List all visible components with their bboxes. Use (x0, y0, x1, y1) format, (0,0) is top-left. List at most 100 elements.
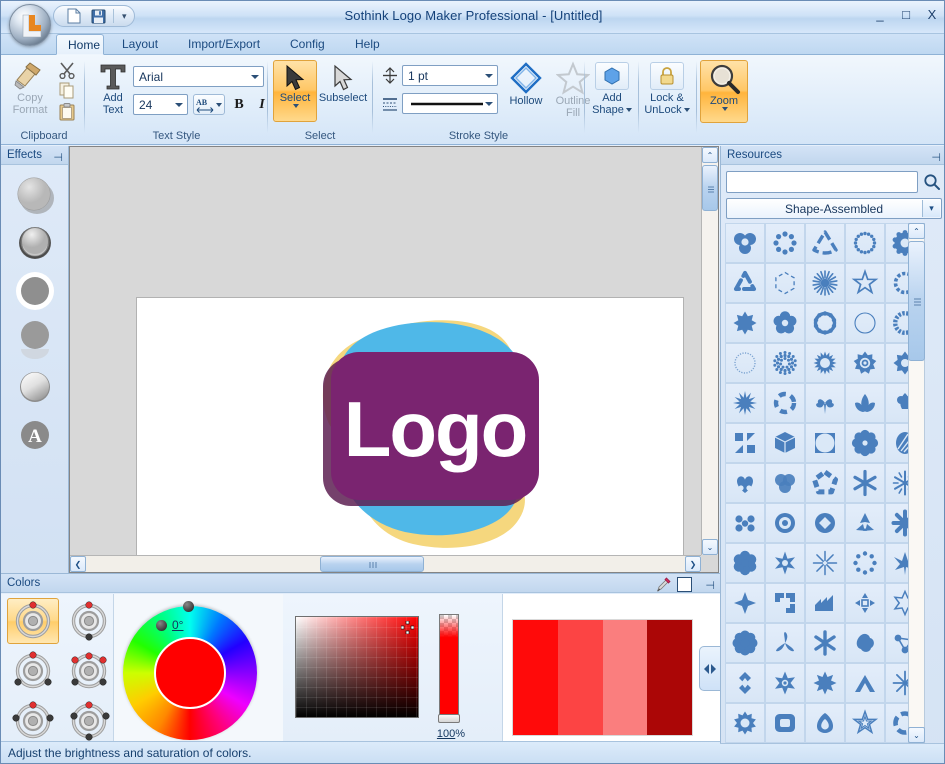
font-family-combo[interactable]: Arial (133, 66, 264, 87)
add-shape-button[interactable]: Add Shape (590, 61, 634, 123)
minimize-button[interactable]: _ (873, 8, 887, 21)
color-wheel[interactable] (123, 606, 257, 740)
cut-button[interactable] (55, 60, 79, 80)
shape-cell-five-petal-asterisk[interactable] (805, 623, 845, 663)
shape-cell-triangle-fan[interactable] (845, 503, 885, 543)
shape-cell-arrow-cluster[interactable] (805, 583, 845, 623)
hue-degrees-value[interactable]: 0° (172, 618, 183, 632)
shape-cell-rounded-triangle-broken[interactable] (805, 223, 845, 263)
shape-cell-four-leaf-clover[interactable] (805, 383, 845, 423)
shape-cell-triangle-recycle[interactable] (725, 263, 765, 303)
shape-cell-pinwheel-squares[interactable] (725, 423, 765, 463)
shape-cell-dotted-ring-petals[interactable] (765, 223, 805, 263)
alpha-slider-track[interactable] (439, 614, 459, 718)
copy-button[interactable] (55, 81, 79, 101)
color-swatch-row[interactable] (512, 619, 693, 736)
canvas-scroll-left-button[interactable]: ❮ (70, 556, 86, 572)
shape-cell-spiky-circle[interactable] (725, 703, 765, 743)
maximize-button[interactable]: □ (899, 8, 913, 21)
bold-button[interactable]: B (229, 94, 249, 115)
copy-format-button[interactable]: Copy Format (7, 61, 53, 123)
eyedropper-icon[interactable] (656, 576, 672, 592)
shape-cell-broken-ring-arcs[interactable] (765, 383, 805, 423)
shape-cell-star-outline[interactable] (845, 263, 885, 303)
tab-config[interactable]: Config (279, 34, 336, 55)
harmony-mode-analogous[interactable] (7, 648, 59, 694)
effect-glow[interactable] (14, 270, 56, 312)
shape-cell-plain-circle-outline[interactable] (845, 303, 885, 343)
shape-cell-six-point-star-hole2[interactable] (765, 663, 805, 703)
shape-cell-five-petal-flower[interactable] (765, 303, 805, 343)
color-swatch-4[interactable] (647, 620, 692, 735)
line-style-icon-button[interactable] (380, 93, 400, 115)
resources-scroll-down-button[interactable]: ⌄ (908, 727, 925, 743)
subselect-tool-button[interactable]: Subselect (319, 60, 367, 122)
close-button[interactable]: X (925, 8, 939, 21)
shape-category-combo[interactable]: Shape-Assembled ▾ (726, 198, 942, 219)
lock-unlock-button[interactable]: Lock & UnLock (642, 61, 692, 123)
shape-cell-hexagon-outline-dashed[interactable] (765, 263, 805, 303)
logo-artwork[interactable]: Logo (137, 298, 684, 573)
font-size-combo[interactable]: 24 (133, 94, 188, 115)
resources-scroll-up-button[interactable]: ⌃ (908, 223, 925, 239)
tab-home[interactable]: Home (56, 34, 104, 55)
zoom-button[interactable]: Zoom (700, 60, 748, 123)
paste-button[interactable] (55, 102, 79, 123)
app-menu-orb-button[interactable] (9, 4, 51, 46)
shape-cell-five-point-star-outline[interactable] (845, 703, 885, 743)
chevron-down-icon[interactable]: ▾ (922, 200, 940, 217)
canvas-horizontal-scrollbar[interactable]: ❮ ❯ (70, 555, 701, 572)
tab-layout[interactable]: Layout (111, 34, 169, 55)
harmony-mode-tetradic[interactable] (63, 698, 115, 744)
canvas-area[interactable]: Logo ⌃ ⌄ ❮ ❯ (69, 146, 719, 573)
shape-cell-gear-circle[interactable] (805, 303, 845, 343)
color-swatch-3[interactable] (602, 620, 648, 735)
shape-cell-pentagon-arcs[interactable] (805, 463, 845, 503)
shape-cell-flower-gear[interactable] (845, 423, 885, 463)
shape-cell-four-point-diamond[interactable] (725, 583, 765, 623)
effect-bevel[interactable] (14, 366, 56, 408)
harmony-mode-grid[interactable] (7, 598, 117, 744)
shape-cell-six-point-asterisk[interactable] (845, 463, 885, 503)
harmony-mode-complementary[interactable] (63, 598, 115, 644)
canvas-hscroll-thumb[interactable] (320, 556, 424, 572)
canvas-scroll-up-button[interactable]: ⌃ (702, 147, 718, 163)
shape-cell-eight-point-star-burst[interactable] (805, 663, 845, 703)
tab-import-export[interactable]: Import/Export (177, 34, 271, 55)
foreground-color-chip[interactable] (677, 577, 692, 592)
shape-cell-eight-point-star-solid[interactable] (725, 303, 765, 343)
search-input[interactable] (727, 172, 917, 192)
shape-cell-pinwheel-arrows[interactable] (765, 583, 805, 623)
harmony-mode-split-complementary[interactable] (63, 648, 115, 694)
line-style-combo[interactable] (402, 93, 498, 114)
shape-cell-sunburst-radial[interactable] (805, 263, 845, 303)
shape-cell-mountain-peak[interactable] (845, 663, 885, 703)
effect-inner-shadow[interactable] (14, 222, 56, 264)
alpha-value-display[interactable]: 100% (436, 728, 466, 740)
shape-cell-trefoil-circles[interactable] (725, 223, 765, 263)
color-swatch-1[interactable] (513, 620, 558, 735)
shape-cell-three-circle-overlap[interactable] (765, 463, 805, 503)
effect-drop-shadow[interactable] (14, 174, 56, 216)
shape-cell-square-circle-notch[interactable] (805, 423, 845, 463)
shape-cell-concentric-circle-dot[interactable] (765, 503, 805, 543)
saturation-value-box[interactable] (295, 616, 419, 718)
shape-cell-dotted-star-ring[interactable] (845, 543, 885, 583)
stroke-width-icon-button[interactable] (380, 65, 400, 87)
shape-cell-lotus-flower[interactable] (845, 383, 885, 423)
panel-collapse-button[interactable] (699, 646, 720, 691)
select-tool-button[interactable]: Select (273, 60, 317, 122)
shape-cell-dotted-circle-ring[interactable] (845, 223, 885, 263)
pin-icon[interactable]: ⊣ (53, 149, 63, 168)
shape-cell-six-point-star-hole[interactable] (765, 543, 805, 583)
shape-cell-spiky-sun-ring[interactable] (805, 343, 845, 383)
shape-cell-four-dot-cluster[interactable] (725, 503, 765, 543)
harmony-mode-monochromatic[interactable] (7, 598, 59, 644)
resources-search-box[interactable] (726, 171, 918, 193)
shape-cell-cloud-blob[interactable] (845, 623, 885, 663)
canvas-scroll-right-button[interactable]: ❯ (685, 556, 701, 572)
canvas-vertical-scrollbar[interactable]: ⌃ ⌄ (701, 147, 718, 555)
shape-cell-rounded-square[interactable] (765, 703, 805, 743)
effect-text[interactable]: A (14, 414, 56, 456)
alpha-slider-thumb[interactable] (438, 714, 460, 723)
